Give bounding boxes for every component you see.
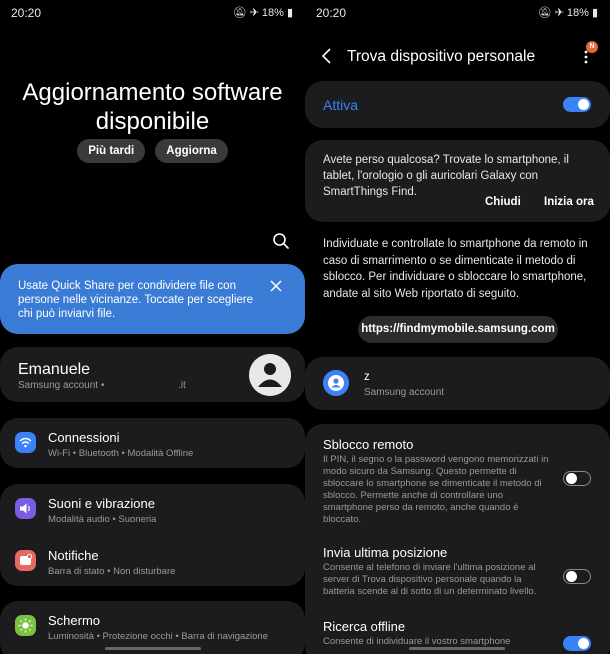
update-title: Aggiornamento software disponibile <box>22 79 283 135</box>
home-indicator[interactable] <box>409 647 505 650</box>
settings-item-summary: Wi-Fi • Bluetooth • Modalità Offline <box>48 448 194 459</box>
search-icon[interactable] <box>272 232 290 250</box>
status-bar: 20:20 🔕︎ ✈︎ 18% ▮ <box>305 0 610 26</box>
find-my-mobile-link[interactable]: https://findmymobile.samsung.com <box>358 316 558 343</box>
option-description: Il PIN, il segno o la password vengono m… <box>323 454 549 525</box>
remote-unlock-toggle[interactable] <box>563 471 591 486</box>
notifications-icon <box>15 550 36 571</box>
settings-item-summary: Barra di stato • Non disturbare <box>48 566 176 577</box>
start-now-button[interactable]: Inizia ora <box>544 196 594 208</box>
connections-card[interactable]: Connessioni Wi-Fi • Bluetooth • Modalità… <box>0 418 305 468</box>
back-arrow-icon[interactable] <box>321 47 333 65</box>
close-button[interactable]: Chiudi <box>485 196 521 208</box>
quick-share-banner[interactable]: Usate Quick Share per condividere file c… <box>0 264 305 334</box>
options-card: Sblocco remoto Il PIN, il segno o la pas… <box>305 424 610 654</box>
settings-item-summary: Modalità audio • Suoneria <box>48 514 157 525</box>
option-remote-unlock[interactable]: Sblocco remoto Il PIN, il segno o la pas… <box>305 424 610 525</box>
master-switch[interactable]: Attiva <box>305 81 610 128</box>
master-toggle[interactable] <box>563 97 591 112</box>
account-name: z <box>364 371 370 383</box>
account-subtitle: Samsung account • <box>18 380 105 391</box>
smartthings-find-card: Avete perso qualcosa? Trovate lo smartph… <box>305 140 610 222</box>
settings-item-label: Connessioni <box>48 430 120 445</box>
account-subtitle: Samsung account <box>364 387 445 398</box>
settings-item-display[interactable]: Schermo Luminosità • Protezione occhi • … <box>0 601 305 651</box>
account-card[interactable]: Emanuele Samsung account • .it <box>0 347 305 402</box>
close-icon[interactable] <box>269 279 283 293</box>
settings-item-label: Suoni e vibrazione <box>48 496 155 511</box>
option-title: Invia ultima posizione <box>323 545 448 560</box>
battery-percent: 18% <box>261 6 284 19</box>
option-description: Consente al telefono di inviare l'ultima… <box>323 562 537 597</box>
find-my-device-screen: 20:20 🔕︎ ✈︎ 18% ▮ Trova dispositivo pers… <box>305 0 610 654</box>
battery-percent: 18% <box>566 6 589 19</box>
settings-item-connections[interactable]: Connessioni Wi-Fi • Bluetooth • Modalità… <box>0 418 305 468</box>
settings-item-summary: Luminosità • Protezione occhi • Barra di… <box>48 631 268 642</box>
airplane-icon: ✈︎ <box>554 7 564 19</box>
smartthings-find-text: Avete perso qualcosa? Trovate lo smartph… <box>323 154 569 198</box>
option-send-last-location[interactable]: Invia ultima posizione Consente al telef… <box>305 531 610 601</box>
speaker-icon <box>15 498 36 519</box>
last-location-toggle[interactable] <box>563 569 591 584</box>
master-switch-label: Attiva <box>323 97 359 113</box>
update-button[interactable]: Aggiorna <box>155 139 228 163</box>
account-name: Emanuele <box>18 361 91 378</box>
settings-screen: 20:20 🔕︎ ✈︎ 18% ▮ Aggiornamento software… <box>0 0 305 654</box>
status-time: 20:20 <box>11 6 42 20</box>
mute-icon: 🔕︎ <box>537 7 552 19</box>
battery-icon: ▮ <box>591 7 598 19</box>
samsung-account-row[interactable]: z Samsung account <box>305 357 610 410</box>
notification-badge: N <box>586 41 598 53</box>
avatar <box>249 354 291 396</box>
account-icon <box>323 370 349 396</box>
settings-item-notifications[interactable]: Notifiche Barra di stato • Non disturbar… <box>0 536 305 586</box>
brightness-icon <box>15 615 36 636</box>
airplane-icon: ✈︎ <box>249 7 259 19</box>
status-time: 20:20 <box>316 6 347 20</box>
wifi-icon <box>15 432 36 453</box>
mute-icon: 🔕︎ <box>232 7 247 19</box>
settings-item-sounds[interactable]: Suoni e vibrazione Modalità audio • Suon… <box>0 484 305 534</box>
settings-item-label: Notifiche <box>48 548 99 563</box>
info-text: Individuate e controllate lo smartphone … <box>323 238 588 300</box>
account-email: .it <box>178 380 186 391</box>
quick-share-text: Usate Quick Share per condividere file c… <box>18 280 254 320</box>
later-button[interactable]: Più tardi <box>77 139 146 163</box>
sound-notifications-card: Suoni e vibrazione Modalità audio • Suon… <box>0 484 305 586</box>
battery-icon: ▮ <box>286 7 293 19</box>
home-indicator[interactable] <box>105 647 201 650</box>
option-title: Ricerca offline <box>323 619 406 634</box>
offline-finding-toggle[interactable] <box>563 636 591 651</box>
settings-item-label: Schermo <box>48 613 101 628</box>
option-title: Sblocco remoto <box>323 437 414 452</box>
page-title: Trova dispositivo personale <box>347 48 536 65</box>
status-bar: 20:20 🔕︎ ✈︎ 18% ▮ <box>0 0 305 26</box>
